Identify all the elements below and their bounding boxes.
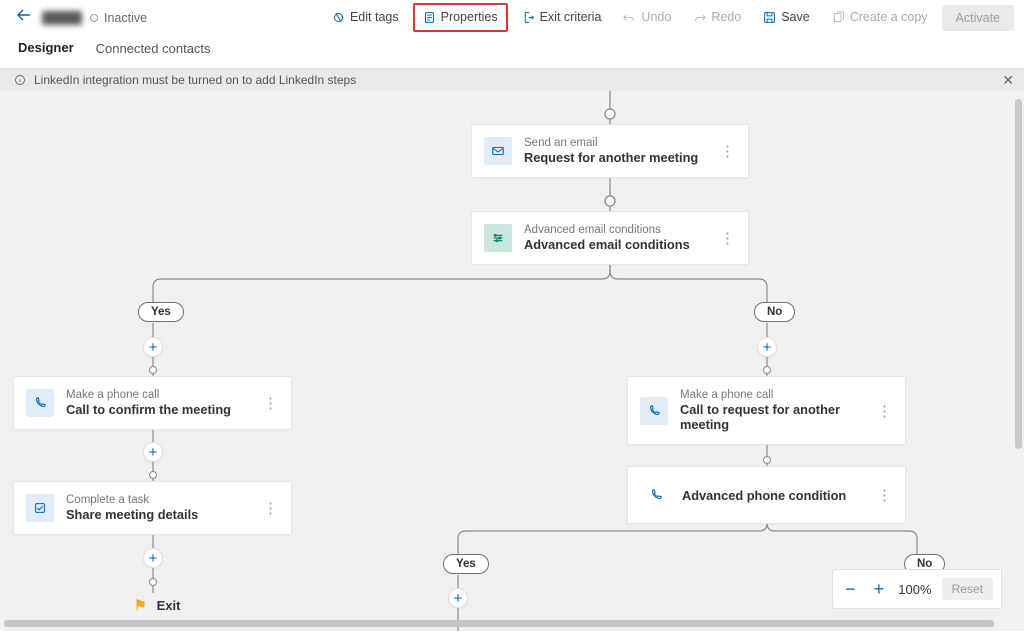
step-type: Make a phone call bbox=[66, 389, 231, 401]
step-title: Call to request for another meeting bbox=[680, 402, 861, 432]
task-icon bbox=[26, 494, 54, 522]
more-icon[interactable]: ⋮ bbox=[263, 499, 279, 517]
edit-tags-label: Edit tags bbox=[350, 11, 399, 24]
step-title: Share meeting details bbox=[66, 507, 198, 522]
step-title: Advanced email conditions bbox=[524, 237, 690, 252]
entity-name-blurred bbox=[42, 11, 82, 25]
copy-icon bbox=[832, 11, 845, 24]
properties-icon bbox=[423, 11, 436, 24]
step-phone-request[interactable]: Make a phone call Call to request for an… bbox=[627, 376, 906, 445]
step-title: Request for another meeting bbox=[524, 150, 698, 165]
save-label: Save bbox=[781, 11, 810, 24]
branch-yes-pill[interactable]: Yes bbox=[138, 302, 184, 322]
undo-icon bbox=[623, 11, 636, 24]
phone-icon bbox=[640, 397, 668, 425]
junction-node bbox=[149, 578, 157, 586]
save-icon bbox=[763, 11, 776, 24]
info-message: LinkedIn integration must be turned on t… bbox=[34, 73, 356, 87]
zoom-reset-button[interactable]: Reset bbox=[942, 578, 993, 600]
info-icon bbox=[14, 74, 26, 86]
tab-connected-contacts[interactable]: Connected contacts bbox=[96, 34, 211, 70]
info-bar: LinkedIn integration must be turned on t… bbox=[0, 69, 1024, 91]
vertical-scrollbar[interactable] bbox=[1015, 99, 1022, 449]
add-step-button[interactable]: + bbox=[143, 548, 163, 568]
step-type: Send an email bbox=[524, 137, 698, 149]
tag-icon bbox=[332, 11, 345, 24]
step-email-conditions[interactable]: Advanced email conditions Advanced email… bbox=[471, 211, 749, 265]
step-phone-confirm[interactable]: Make a phone call Call to confirm the me… bbox=[13, 376, 292, 430]
exit-criteria-label: Exit criteria bbox=[540, 11, 602, 24]
junction-node bbox=[763, 456, 771, 464]
conditions-icon bbox=[484, 224, 512, 252]
top-bar: Inactive Edit tags Properties Exit crite… bbox=[0, 0, 1024, 36]
more-icon[interactable]: ⋮ bbox=[263, 394, 279, 412]
exit-criteria-button[interactable]: Exit criteria bbox=[514, 7, 610, 28]
zoom-value: 100% bbox=[898, 582, 931, 597]
junction-node bbox=[149, 366, 157, 374]
more-icon[interactable]: ⋮ bbox=[877, 486, 893, 504]
edit-tags-button[interactable]: Edit tags bbox=[324, 7, 407, 28]
step-title: Advanced phone condition bbox=[682, 488, 846, 503]
add-step-button[interactable]: + bbox=[757, 337, 777, 357]
exit-step[interactable]: ⚑ Exit bbox=[134, 597, 180, 614]
create-copy-button: Create a copy bbox=[824, 7, 936, 28]
zoom-control: − + 100% Reset bbox=[832, 569, 1002, 609]
step-type: Complete a task bbox=[66, 494, 198, 506]
horizontal-scrollbar[interactable] bbox=[4, 620, 994, 627]
step-title: Call to confirm the meeting bbox=[66, 402, 231, 417]
junction-node bbox=[149, 471, 157, 479]
branch-no-pill[interactable]: No bbox=[754, 302, 795, 322]
undo-button: Undo bbox=[615, 7, 679, 28]
add-step-button[interactable]: + bbox=[448, 588, 468, 608]
exit-icon bbox=[522, 11, 535, 24]
tab-bar: Designer Connected contacts bbox=[0, 36, 1024, 69]
step-type: Advanced email conditions bbox=[524, 224, 690, 236]
more-icon[interactable]: ⋮ bbox=[720, 229, 736, 247]
activate-button: Activate bbox=[942, 5, 1014, 31]
exit-label: Exit bbox=[157, 598, 181, 613]
redo-label: Redo bbox=[711, 11, 741, 24]
create-copy-label: Create a copy bbox=[850, 11, 928, 24]
step-type: Make a phone call bbox=[680, 389, 861, 401]
step-send-email[interactable]: Send an email Request for another meetin… bbox=[471, 124, 749, 178]
phone-icon bbox=[26, 389, 54, 417]
properties-label: Properties bbox=[441, 11, 498, 24]
undo-label: Undo bbox=[641, 11, 671, 24]
designer-canvas[interactable]: Send an email Request for another meetin… bbox=[0, 91, 1024, 631]
more-icon[interactable]: ⋮ bbox=[720, 142, 736, 160]
status-label: Inactive bbox=[104, 11, 147, 25]
email-icon bbox=[484, 137, 512, 165]
add-step-button[interactable]: + bbox=[143, 442, 163, 462]
step-complete-task[interactable]: Complete a task Share meeting details ⋮ bbox=[13, 481, 292, 535]
zoom-in-button[interactable]: + bbox=[870, 579, 889, 600]
redo-icon bbox=[693, 11, 706, 24]
tab-designer[interactable]: Designer bbox=[18, 33, 74, 71]
branch-yes-pill[interactable]: Yes bbox=[443, 554, 489, 574]
save-button[interactable]: Save bbox=[755, 7, 818, 28]
command-bar: Edit tags Properties Exit criteria Undo … bbox=[324, 3, 1014, 32]
close-icon[interactable]: ✕ bbox=[1002, 72, 1014, 89]
redo-button: Redo bbox=[685, 7, 749, 28]
zoom-out-button[interactable]: − bbox=[841, 579, 860, 600]
step-phone-condition[interactable]: Advanced phone condition ⋮ bbox=[627, 466, 906, 524]
more-icon[interactable]: ⋮ bbox=[877, 402, 893, 420]
properties-button[interactable]: Properties bbox=[413, 3, 508, 32]
phone-icon bbox=[642, 481, 670, 509]
junction-node bbox=[763, 366, 771, 374]
flag-icon: ⚑ bbox=[134, 597, 147, 614]
back-arrow-icon[interactable] bbox=[10, 3, 38, 32]
add-step-button[interactable]: + bbox=[143, 337, 163, 357]
status-dot-icon bbox=[90, 14, 98, 22]
